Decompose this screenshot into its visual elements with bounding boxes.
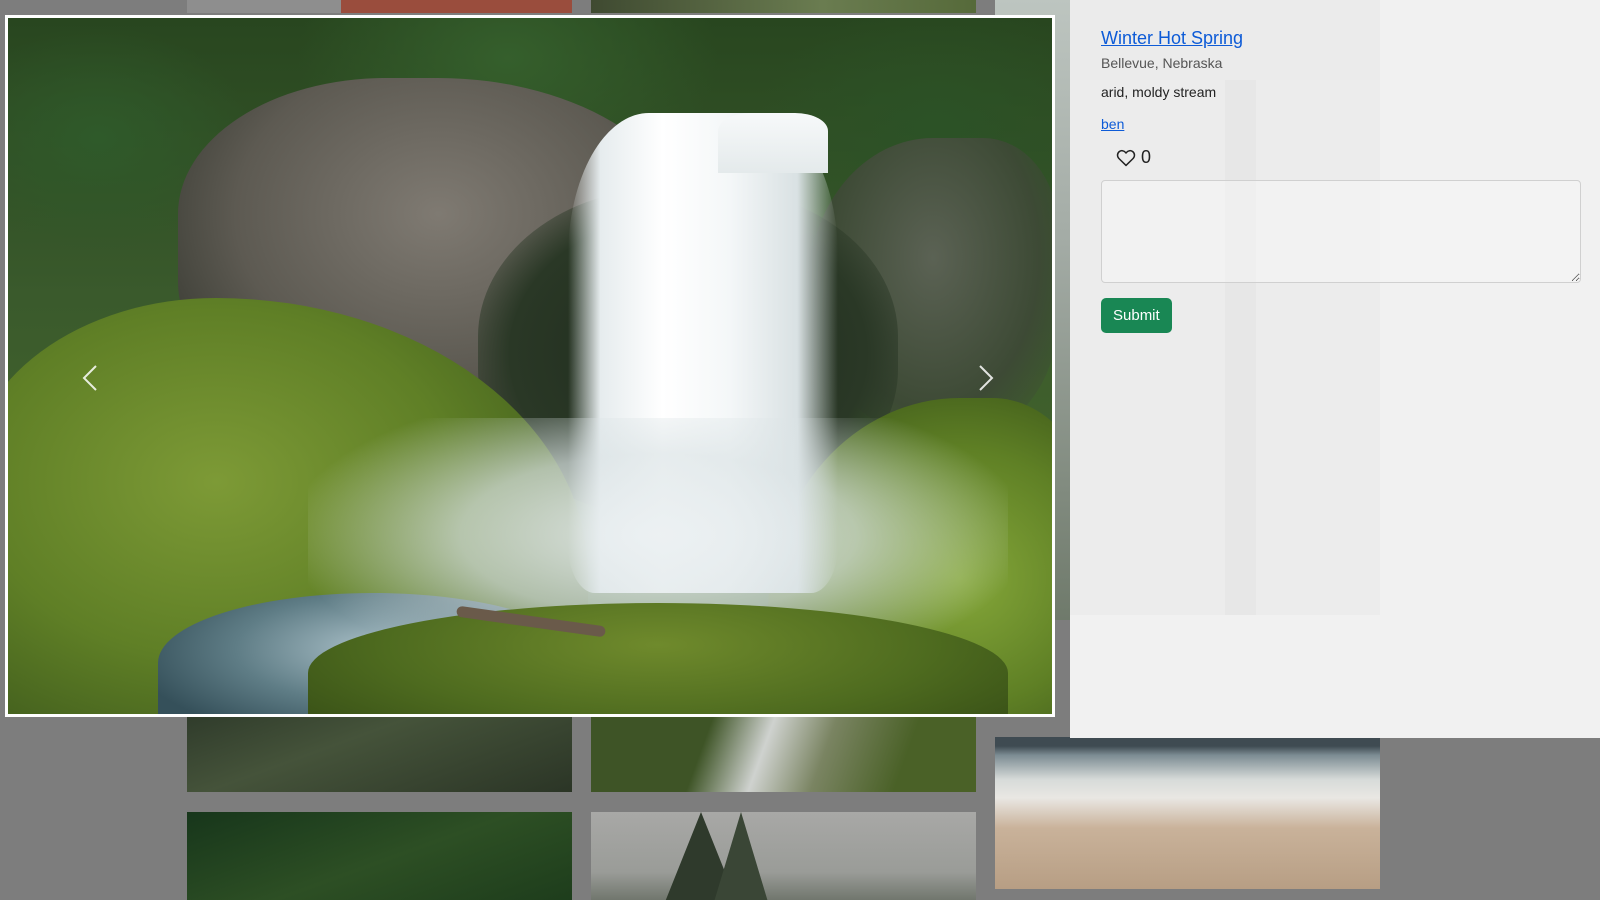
chevron-left-icon [82,365,97,391]
gallery-thumbnail[interactable] [591,812,976,900]
author-link[interactable]: ben [1101,116,1124,132]
photo-title-link[interactable]: Winter Hot Spring [1101,28,1243,49]
detail-panel: Winter Hot Spring Bellevue, Nebraska ari… [1101,28,1581,333]
photo-description: arid, moldy stream [1101,84,1217,100]
gallery-thumbnail[interactable] [995,737,1380,889]
previous-image-button[interactable] [76,358,106,398]
gallery-thumbnail[interactable] [187,812,572,900]
waterfall-photo [8,18,1052,714]
submit-button[interactable]: Submit [1101,298,1172,333]
gallery-thumbnail[interactable] [591,0,976,13]
comment-input[interactable] [1101,180,1581,283]
like-button[interactable]: 0 [1116,147,1581,168]
chevron-right-icon [979,365,994,391]
lightbox-image-viewer [5,15,1055,717]
heart-outline-icon [1116,149,1136,167]
next-image-button[interactable] [970,358,1000,398]
gallery-thumbnail[interactable] [591,710,976,792]
gallery-thumbnail[interactable] [187,0,572,13]
photo-location: Bellevue, Nebraska [1101,55,1223,71]
gallery-thumbnail[interactable] [187,710,572,792]
like-count: 0 [1141,147,1152,167]
tree-silhouette [711,812,771,900]
